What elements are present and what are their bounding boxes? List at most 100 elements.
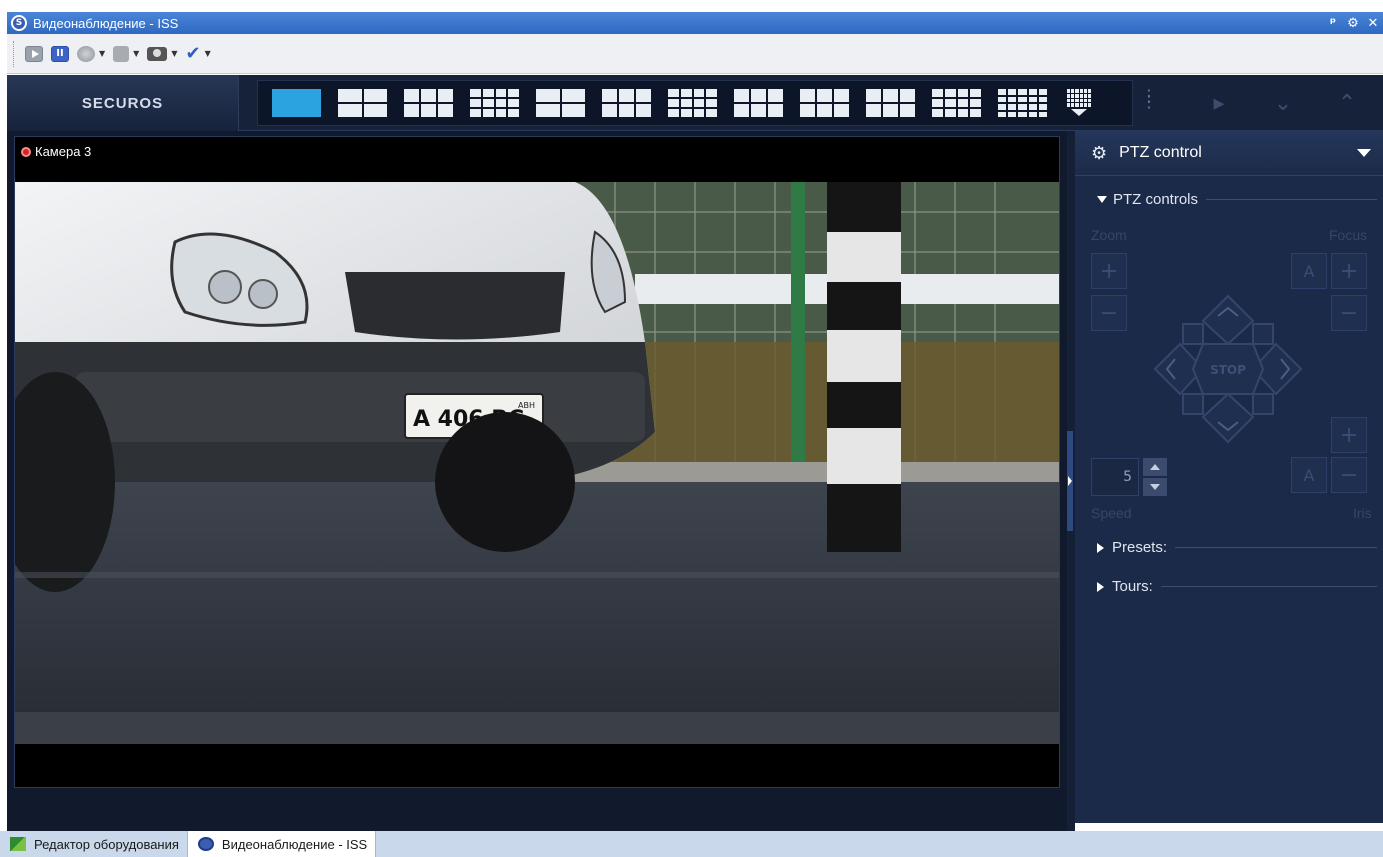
panel-splitter[interactable]: [1067, 131, 1075, 831]
layout-option-5[interactable]: [536, 89, 585, 117]
dropdown-arrow-icon[interactable]: ▼: [99, 49, 105, 58]
pin-icon[interactable]: ᵖ: [1323, 16, 1343, 31]
separator-dots: ⋮ ⋮: [1141, 86, 1157, 111]
spin-down-button[interactable]: [1143, 478, 1167, 496]
arrow-up-icon: [1150, 464, 1160, 470]
camera-video-feed[interactable]: А 406 ВС АВН: [15, 182, 1059, 744]
layout-cell: [900, 104, 915, 117]
layout-cell: [944, 109, 956, 117]
presets-section[interactable]: Presets:: [1097, 539, 1377, 556]
layout-cell: [1028, 104, 1037, 110]
video-frame: А 406 ВС АВН: [15, 182, 1059, 744]
layout-cell: [817, 104, 832, 117]
dropdown-arrow-icon[interactable]: [1357, 149, 1371, 157]
taskbar-item-video-surveillance[interactable]: Видеонаблюдение - ISS: [186, 831, 377, 857]
layout-option-12[interactable]: [998, 89, 1047, 117]
focus-auto-button[interactable]: A: [1291, 253, 1327, 289]
layout-cell: [944, 89, 956, 97]
layout-cell: [482, 109, 494, 117]
ptz-panel-header[interactable]: ⚙ PTZ control: [1075, 131, 1383, 176]
layout-cell: [536, 89, 560, 102]
layout-cell: [482, 89, 494, 97]
layout-cell: [421, 89, 436, 102]
layout-cell: [866, 89, 881, 102]
layout-option-8[interactable]: [734, 89, 783, 117]
layout-cell: [751, 89, 766, 102]
pause-button[interactable]: II: [51, 45, 69, 62]
close-icon[interactable]: ✕: [1363, 16, 1383, 31]
ptz-panel-title: PTZ control: [1119, 144, 1202, 161]
layout-cell: [1018, 111, 1027, 117]
layout-cell: [619, 104, 634, 117]
ptz-controls-section[interactable]: PTZ controls: [1097, 191, 1377, 208]
layout-cell: [561, 104, 585, 117]
record-button[interactable]: ▼: [77, 45, 105, 62]
chevron-down-icon[interactable]: ⌄: [1251, 91, 1315, 116]
layout-cell: [1028, 96, 1037, 102]
play-button[interactable]: [25, 45, 43, 62]
focus-minus-button[interactable]: −: [1331, 295, 1367, 331]
layout-option-6[interactable]: [602, 89, 651, 117]
layout-option-7[interactable]: [668, 89, 717, 117]
layout-cell: [970, 99, 981, 107]
dropdown-arrow-icon: [1071, 109, 1087, 116]
play-next-icon[interactable]: ▸: [1187, 91, 1251, 116]
layout-cell: [636, 89, 651, 102]
iris-auto-button[interactable]: A: [1291, 457, 1327, 493]
focus-plus-button[interactable]: +: [1331, 253, 1367, 289]
arrow-down-icon: [1150, 484, 1160, 490]
layout-cell: [668, 99, 679, 107]
speed-spinner[interactable]: [1143, 458, 1167, 496]
layout-cell: [1018, 96, 1027, 102]
top-strip: [0, 0, 1383, 12]
layout-cell: [1038, 89, 1047, 95]
layout-cell: [495, 109, 507, 117]
layout-option-11[interactable]: [932, 89, 981, 117]
layout-cell: [1018, 89, 1027, 95]
layout-cell: [508, 109, 519, 117]
layout-cell: [693, 99, 705, 107]
iris-minus-button[interactable]: −: [1331, 457, 1367, 493]
ptz-direction-pad[interactable]: STOP: [1153, 294, 1303, 444]
layout-cell: [1008, 96, 1017, 102]
zoom-out-button[interactable]: −: [1091, 295, 1127, 331]
layout-cell: [706, 89, 717, 97]
settings-icon[interactable]: ⚙: [1343, 16, 1363, 31]
layout-option-3[interactable]: [404, 89, 453, 117]
focus-label: Focus: [1329, 227, 1368, 243]
zoom-in-button[interactable]: +: [1091, 253, 1127, 289]
taskbar-item-label: Видеонаблюдение - ISS: [221, 836, 368, 852]
layout-cell: [800, 104, 815, 117]
layout-cell: [404, 89, 419, 102]
check-button[interactable]: ✔ ▼: [185, 44, 211, 62]
collapse-panel-handle[interactable]: [1067, 431, 1073, 531]
toolbar-grip[interactable]: [13, 40, 15, 67]
camera-tile[interactable]: Камера 3 А 406 ВС АВН: [14, 136, 1060, 788]
layout-cell: [602, 104, 617, 117]
dropdown-arrow-icon[interactable]: ▼: [171, 49, 177, 58]
layout-option-10[interactable]: [866, 89, 915, 117]
layout-cell: [932, 99, 943, 107]
iris-plus-button[interactable]: +: [1331, 417, 1367, 453]
stop-button[interactable]: ▼: [113, 45, 139, 62]
layout-cell: [438, 89, 453, 102]
chevron-up-icon[interactable]: ⌃: [1315, 91, 1379, 116]
snapshot-button[interactable]: ▼: [147, 46, 177, 61]
spin-up-button[interactable]: [1143, 458, 1167, 476]
layout-cell: [970, 109, 981, 117]
taskbar-item-equipment-editor[interactable]: Редактор оборудования: [0, 831, 187, 857]
taskbar: Редактор оборудования Видеонаблюдение - …: [0, 831, 1383, 857]
tours-label: Tours:: [1112, 578, 1153, 595]
dropdown-arrow-icon[interactable]: ▼: [133, 49, 139, 58]
speed-input[interactable]: 5: [1091, 458, 1139, 496]
layout-option-4[interactable]: [470, 89, 519, 117]
dropdown-arrow-icon[interactable]: ▼: [205, 49, 211, 58]
layout-option-9[interactable]: [800, 89, 849, 117]
layout-cell: [470, 89, 481, 97]
layout-option-1[interactable]: [272, 89, 321, 117]
tours-section[interactable]: Tours:: [1097, 578, 1377, 595]
more-layouts-button[interactable]: [1064, 89, 1094, 117]
layout-option-2[interactable]: [338, 89, 387, 117]
layout-cell: [619, 89, 634, 102]
stop-icon: [113, 45, 130, 62]
